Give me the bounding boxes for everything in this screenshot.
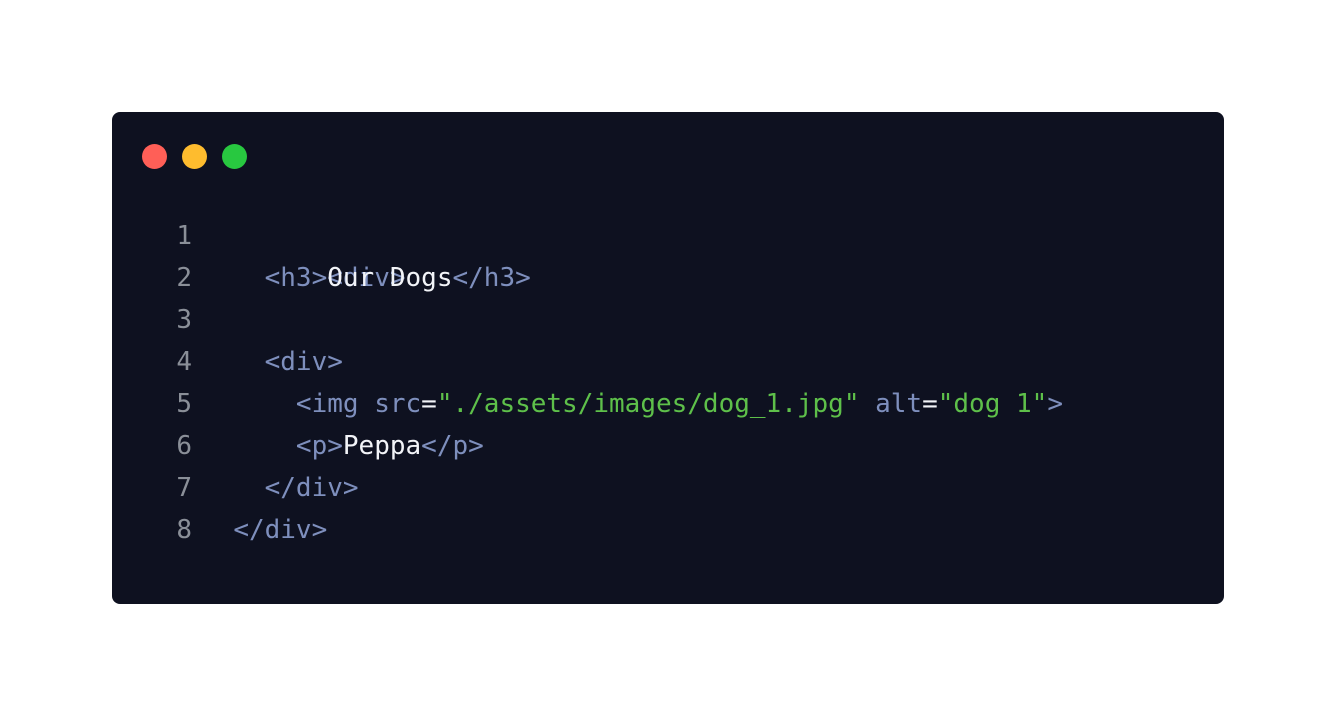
code-line-content: </div> [202,467,359,509]
code-token: </p> [421,431,484,461]
code-token: Peppa [342,431,422,461]
maximize-dot-icon[interactable] [222,144,247,169]
code-token: <h3> [264,263,328,293]
code-token: > [1047,389,1063,419]
code-line-content: <div> [202,215,405,293]
code-line-content: </div> [202,509,327,551]
code-token: </h3> [452,263,531,293]
line-number: 6 [176,431,192,461]
code-line: 4 <div> [168,341,1063,383]
code-line-content: <h3>Our Dogs</h3> [202,257,531,299]
code-token: </div> [233,515,328,545]
code-line: 8 </div> [168,509,1063,551]
line-number: 3 [176,305,192,335]
code-line: 7 </div> [168,467,1063,509]
code-line: 5 <img src="./assets/images/dog_1.jpg" a… [168,383,1063,425]
line-number: 1 [176,221,192,251]
code-line-content: <div> [202,341,343,383]
code-line: 3 [168,299,1063,341]
code-line-content: <img src="./assets/images/dog_1.jpg" alt… [202,383,1063,425]
close-dot-icon[interactable] [142,144,167,169]
line-number: 8 [176,515,192,545]
code-token: </div> [264,473,359,503]
code-window: 1 <div> 2 <h3>Our Dogs</h3> 3 4 <div> 5 … [112,112,1224,604]
line-number: 4 [176,347,192,377]
code-line: 1 <div> [168,215,1063,293]
line-number: 2 [176,263,192,293]
code-line-content: <p>Peppa</p> [202,425,484,467]
code-token: alt [875,389,923,419]
code-token: <img [295,389,375,419]
code-token: <p> [295,431,343,461]
line-number: 7 [176,473,192,503]
code-token: = [922,389,938,419]
code-line: 2 <h3>Our Dogs</h3> [168,257,1063,299]
code-line: 6 <p>Peppa</p> [168,425,1063,467]
code-token: Our Dogs [327,263,453,293]
code-token: = [421,389,437,419]
code-token: <div> [264,347,343,377]
code-token: src [374,389,422,419]
line-number: 5 [176,389,192,419]
code-token: "dog 1" [937,389,1048,419]
code-token: "./assets/images/dog_1.jpg" [436,389,860,419]
code-block: 1 <div> 2 <h3>Our Dogs</h3> 3 4 <div> 5 … [168,215,1063,551]
minimize-dot-icon[interactable] [182,144,207,169]
